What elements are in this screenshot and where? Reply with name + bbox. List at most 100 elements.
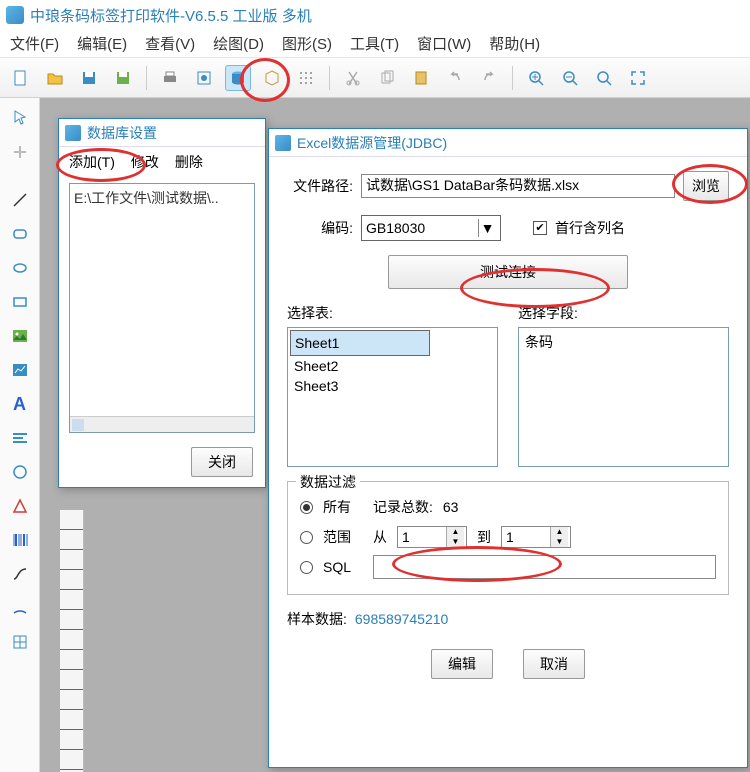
menu-draw[interactable]: 绘图(D) xyxy=(213,33,264,54)
grid-tool-icon[interactable] xyxy=(6,628,34,656)
sql-input[interactable] xyxy=(373,555,716,579)
sample-data-value: 698589745210 xyxy=(355,611,448,627)
pan-tool-icon[interactable] xyxy=(6,138,34,166)
select-field-label: 选择字段: xyxy=(518,303,729,323)
db-close-button[interactable]: 关闭 xyxy=(191,447,253,477)
db-add-button[interactable]: 添加(T) xyxy=(69,152,115,172)
file-path-label: 文件路径: xyxy=(287,176,353,196)
file-path-input[interactable]: 试数据\GS1 DataBar条码数据.xlsx xyxy=(361,174,675,198)
triangle-tool-icon[interactable] xyxy=(6,492,34,520)
print-icon[interactable] xyxy=(157,65,183,91)
filter-range-radio[interactable] xyxy=(300,531,313,544)
browse-button[interactable]: 浏览 xyxy=(683,171,729,201)
sample-data-label: 样本数据: xyxy=(287,609,347,629)
excel-dialog-titlebar[interactable]: Excel数据源管理(JDBC) xyxy=(269,129,747,157)
data-filter-legend: 数据过滤 xyxy=(296,472,360,492)
filter-all-label: 所有 xyxy=(323,497,363,517)
menu-view[interactable]: 查看(V) xyxy=(145,33,195,54)
db-dialog-titlebar[interactable]: 数据库设置 xyxy=(59,119,265,147)
image-tool-icon[interactable] xyxy=(6,322,34,350)
open-icon[interactable] xyxy=(42,65,68,91)
app-icon xyxy=(6,6,24,24)
main-toolbar xyxy=(0,58,750,98)
encoding-select[interactable]: GB18030 ▼ xyxy=(361,215,501,241)
menu-window[interactable]: 窗口(W) xyxy=(417,33,471,54)
save-icon[interactable] xyxy=(76,65,102,91)
record-count-value: 63 xyxy=(443,499,459,515)
db-settings-dialog: 数据库设置 添加(T) 修改 删除 E:\工作文件\测试数据\.. 关闭 xyxy=(58,118,266,488)
filter-sql-label: SQL xyxy=(323,559,363,575)
db-dialog-icon xyxy=(65,125,81,141)
first-row-header-label: 首行含列名 xyxy=(555,218,625,238)
zoom-fit-icon[interactable] xyxy=(591,65,617,91)
preview-icon[interactable] xyxy=(191,65,217,91)
cube-icon[interactable] xyxy=(259,65,285,91)
test-connection-button[interactable]: 测试连接 xyxy=(388,255,628,289)
pointer-tool-icon[interactable] xyxy=(6,104,34,132)
new-icon[interactable] xyxy=(8,65,34,91)
menu-tool[interactable]: 工具(T) xyxy=(350,33,399,54)
paste-icon[interactable] xyxy=(408,65,434,91)
horizontal-scrollbar[interactable] xyxy=(70,416,254,432)
copy-icon[interactable] xyxy=(374,65,400,91)
arc-tool-icon[interactable] xyxy=(6,594,34,622)
redo-icon[interactable] xyxy=(476,65,502,91)
zoom-out-icon[interactable] xyxy=(557,65,583,91)
db-source-item[interactable]: E:\工作文件\测试数据\.. xyxy=(74,188,250,208)
ellipse-tool-icon[interactable] xyxy=(6,254,34,282)
edit-button[interactable]: 编辑 xyxy=(431,649,493,679)
record-count-label: 记录总数: xyxy=(373,497,433,517)
range-to-label: 到 xyxy=(477,527,491,547)
menu-help[interactable]: 帮助(H) xyxy=(489,33,540,54)
range-to-spinner[interactable]: ▲▼ xyxy=(501,526,571,548)
encoding-value: GB18030 xyxy=(366,220,425,236)
first-row-header-checkbox[interactable]: ✔ xyxy=(533,221,547,235)
range-from-spinner[interactable]: ▲▼ xyxy=(397,526,467,548)
field-item[interactable]: 条码 xyxy=(521,330,726,354)
line-tool-icon[interactable] xyxy=(6,186,34,214)
sheet-item[interactable]: Sheet2 xyxy=(290,356,495,376)
table-listbox[interactable]: Sheet1 Sheet2 Sheet3 xyxy=(287,327,498,467)
filter-range-label: 范围 xyxy=(323,527,363,547)
db-delete-button[interactable]: 删除 xyxy=(175,152,203,172)
cut-icon[interactable] xyxy=(340,65,366,91)
filter-all-radio[interactable] xyxy=(300,501,313,514)
menu-file[interactable]: 文件(F) xyxy=(10,33,59,54)
grid-icon[interactable] xyxy=(293,65,319,91)
circle-tool-icon[interactable] xyxy=(6,458,34,486)
db-modify-button[interactable]: 修改 xyxy=(131,152,159,172)
db-dialog-title: 数据库设置 xyxy=(87,123,157,143)
vertical-ruler xyxy=(60,510,84,772)
excel-dialog-icon xyxy=(275,135,291,151)
left-tool-palette: A xyxy=(0,98,40,772)
rounded-rect-tool-icon[interactable] xyxy=(6,220,34,248)
range-from-input[interactable] xyxy=(398,527,446,547)
chart-tool-icon[interactable] xyxy=(6,356,34,384)
range-from-label: 从 xyxy=(373,527,387,547)
range-to-input[interactable] xyxy=(502,527,550,547)
chevron-down-icon: ▼ xyxy=(478,219,496,237)
field-listbox[interactable]: 条码 xyxy=(518,327,729,467)
app-title: 中琅条码标签打印软件-V6.5.5 工业版 多机 xyxy=(30,5,312,26)
curve-tool-icon[interactable] xyxy=(6,560,34,588)
menu-bar: 文件(F) 编辑(E) 查看(V) 绘图(D) 图形(S) 工具(T) 窗口(W… xyxy=(0,30,750,58)
data-filter-group: 数据过滤 所有 记录总数: 63 范围 从 ▲▼ 到 ▲▼ SQL xyxy=(287,481,729,595)
menu-edit[interactable]: 编辑(E) xyxy=(77,33,127,54)
database-icon[interactable] xyxy=(225,65,251,91)
cancel-button[interactable]: 取消 xyxy=(523,649,585,679)
select-table-label: 选择表: xyxy=(287,303,498,323)
filter-sql-radio[interactable] xyxy=(300,561,313,574)
undo-icon[interactable] xyxy=(442,65,468,91)
rect-tool-icon[interactable] xyxy=(6,288,34,316)
fullscreen-icon[interactable] xyxy=(625,65,651,91)
app-titlebar: 中琅条码标签打印软件-V6.5.5 工业版 多机 xyxy=(0,0,750,30)
sheet-item[interactable]: Sheet1 xyxy=(290,330,430,356)
zoom-in-icon[interactable] xyxy=(523,65,549,91)
menu-shape[interactable]: 图形(S) xyxy=(282,33,332,54)
save-as-icon[interactable] xyxy=(110,65,136,91)
barcode-tool-icon[interactable] xyxy=(6,526,34,554)
richtext-tool-icon[interactable] xyxy=(6,424,34,452)
text-tool-icon[interactable]: A xyxy=(6,390,34,418)
db-source-list[interactable]: E:\工作文件\测试数据\.. xyxy=(69,183,255,433)
sheet-item[interactable]: Sheet3 xyxy=(290,376,495,396)
